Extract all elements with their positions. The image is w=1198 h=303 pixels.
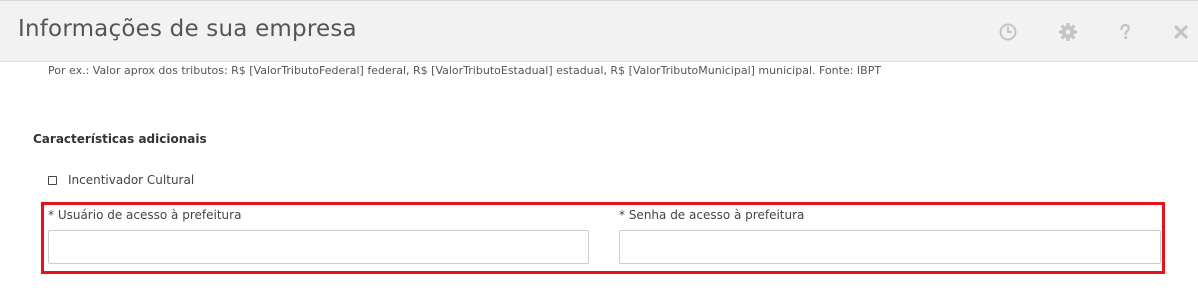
company-info-dialog: Informações de sua empresa Por ex.: Valo…	[0, 0, 1198, 303]
tax-hint-text: Por ex.: Valor aprox dos tributos: R$ [V…	[48, 64, 882, 77]
close-icon[interactable]	[1170, 21, 1192, 43]
password-field-input[interactable]	[619, 230, 1161, 264]
checkbox-label: Incentivador Cultural	[68, 173, 195, 187]
gear-icon[interactable]	[1057, 21, 1079, 43]
clock-icon[interactable]	[997, 21, 1019, 43]
user-field-label: * Usuário de acesso à prefeitura	[48, 208, 242, 222]
incentivador-cultural-row[interactable]: Incentivador Cultural	[48, 172, 194, 188]
dialog-header: Informações de sua empresa	[0, 0, 1198, 62]
question-icon[interactable]	[1114, 21, 1136, 43]
dialog-title: Informações de sua empresa	[18, 16, 357, 42]
user-field-input[interactable]	[48, 230, 589, 264]
incentivador-cultural-checkbox[interactable]	[48, 175, 57, 185]
section-title: Características adicionais	[33, 132, 207, 146]
password-field-label: * Senha de acesso à prefeitura	[619, 208, 805, 222]
